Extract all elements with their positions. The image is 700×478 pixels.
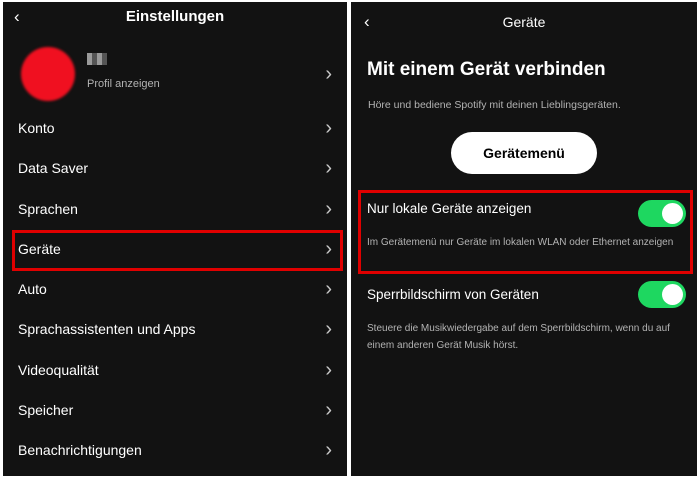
- local-devices-toggle[interactable]: [638, 200, 686, 227]
- devices-screen: ‹ Geräte Mit einem Gerät verbinden Höre …: [351, 2, 697, 476]
- settings-screen: ‹ Einstellungen Profil anzeigen › Konto …: [3, 2, 347, 476]
- avatar: [21, 47, 75, 101]
- local-devices-description: Im Gerätemenü nur Geräte im lokalen WLAN…: [367, 237, 674, 248]
- chevron-right-icon: ›: [325, 318, 332, 340]
- profile-row[interactable]: Profil anzeigen ›: [3, 38, 347, 110]
- top-bar: ‹ Geräte: [351, 2, 697, 32]
- chevron-right-icon: ›: [325, 198, 332, 220]
- chevron-right-icon: ›: [325, 439, 332, 461]
- profile-link-label: Profil anzeigen: [87, 78, 160, 90]
- settings-item-label: Videoqualität: [18, 362, 99, 378]
- settings-item-data-saver[interactable]: Data Saver ›: [3, 149, 347, 189]
- settings-item-label: Speicher: [18, 402, 74, 418]
- settings-item-label: Sprachassistenten und Apps: [18, 321, 196, 337]
- toggle-knob: [662, 203, 683, 224]
- settings-item-speicher[interactable]: Speicher ›: [3, 391, 347, 431]
- settings-item-label: Auto: [18, 281, 47, 297]
- devices-menu-button[interactable]: Gerätemenü: [451, 132, 597, 174]
- lockscreen-description: Steuere die Musikwiedergabe auf dem Sper…: [367, 323, 670, 351]
- settings-item-videoqualitaet[interactable]: Videoqualität ›: [3, 351, 347, 391]
- highlight-box: [12, 230, 343, 271]
- page-title: Einstellungen: [125, 8, 225, 25]
- settings-item-sprachassistenten[interactable]: Sprachassistenten und Apps ›: [3, 310, 347, 350]
- chevron-right-icon: ›: [325, 359, 332, 381]
- settings-item-benachrichtigungen[interactable]: Benachrichtigungen ›: [3, 431, 347, 471]
- connect-heading: Mit einem Gerät verbinden: [367, 59, 606, 80]
- chevron-right-icon: ›: [325, 399, 332, 421]
- page-title: Geräte: [502, 14, 546, 30]
- local-devices-label: Nur lokale Geräte anzeigen: [367, 201, 532, 216]
- settings-item-label: Sprachen: [18, 201, 78, 217]
- settings-item-label: Data Saver: [18, 160, 89, 176]
- settings-item-label: Benachrichtigungen: [18, 442, 142, 458]
- profile-name-pixelated: [87, 53, 107, 65]
- settings-item-sprachen[interactable]: Sprachen ›: [3, 190, 347, 230]
- top-bar: ‹ Einstellungen: [3, 2, 347, 32]
- chevron-right-icon: ›: [325, 278, 332, 300]
- settings-item-auto[interactable]: Auto ›: [3, 270, 347, 310]
- chevron-right-icon: ›: [325, 63, 332, 85]
- chevron-right-icon: ›: [325, 117, 332, 139]
- lockscreen-label: Sperrbildschirm von Geräten: [367, 287, 539, 302]
- settings-item-konto[interactable]: Konto ›: [3, 109, 347, 149]
- chevron-right-icon: ›: [325, 157, 332, 179]
- toggle-knob: [662, 284, 683, 305]
- connect-description: Höre und bediene Spotify mit deinen Lieb…: [368, 99, 621, 111]
- settings-item-label: Konto: [18, 120, 55, 136]
- lockscreen-toggle[interactable]: [638, 281, 686, 308]
